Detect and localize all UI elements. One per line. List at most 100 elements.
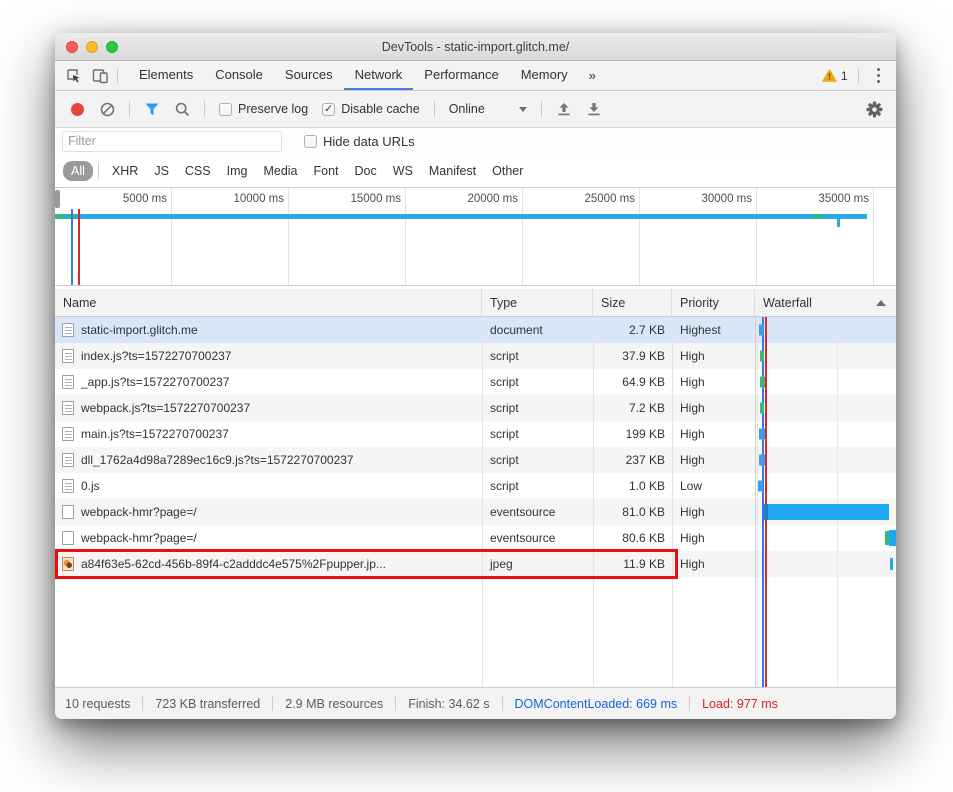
type-filter-manifest[interactable]: Manifest: [421, 161, 484, 181]
table-row[interactable]: webpack-hmr?page=/ eventsource 80.6 KB H…: [55, 525, 896, 551]
waterfall-bar: [759, 325, 764, 336]
import-har-button[interactable]: [552, 97, 576, 121]
table-row[interactable]: static-import.glitch.me document 2.7 KB …: [55, 317, 896, 343]
timeline-tick: 25000 ms: [523, 188, 640, 285]
divider: [858, 68, 859, 84]
timeline-tick: 20000 ms: [406, 188, 523, 285]
waterfall-bar: [890, 558, 893, 570]
request-type: eventsource: [482, 531, 593, 545]
table-row[interactable]: index.js?ts=1572270700237 script 37.9 KB…: [55, 343, 896, 369]
table-row[interactable]: a84f63e5-62cd-456b-89f4-c2adddc4e575%2Fp…: [55, 551, 896, 577]
header-name[interactable]: Name: [55, 289, 482, 316]
type-filter-doc[interactable]: Doc: [347, 161, 385, 181]
table-row[interactable]: main.js?ts=1572270700237 script 199 KB H…: [55, 421, 896, 447]
kebab-menu-icon[interactable]: [869, 64, 889, 88]
waterfall-cell: [755, 369, 896, 395]
header-type[interactable]: Type: [482, 289, 593, 316]
table-row[interactable]: webpack.js?ts=1572270700237 script 7.2 K…: [55, 395, 896, 421]
tab-console[interactable]: Console: [204, 61, 274, 90]
request-name: a84f63e5-62cd-456b-89f4-c2adddc4e575%2Fp…: [81, 557, 386, 571]
table-row[interactable]: 0.js script 1.0 KB Low: [55, 473, 896, 499]
disable-cache-checkbox[interactable]: ✓ Disable cache: [318, 102, 424, 116]
divider: [689, 696, 690, 711]
request-size: 2.7 KB: [593, 323, 672, 337]
request-name: _app.js?ts=1572270700237: [81, 375, 229, 389]
issues-warning-badge[interactable]: 1: [822, 69, 848, 83]
type-filter-css[interactable]: CSS: [177, 161, 219, 181]
funnel-icon: [145, 103, 159, 116]
request-name: webpack-hmr?page=/: [81, 505, 197, 519]
request-priority: High: [672, 375, 755, 389]
resource-icon: [62, 427, 74, 441]
request-size: 11.9 KB: [593, 557, 672, 571]
request-type: script: [482, 401, 593, 415]
type-filter-ws[interactable]: WS: [385, 161, 421, 181]
filter-input[interactable]: [62, 131, 282, 152]
tab-performance[interactable]: Performance: [413, 61, 509, 90]
type-filter-img[interactable]: Img: [219, 161, 256, 181]
requests-table: Name Type Size Priority Waterfall: [55, 289, 896, 687]
request-name: webpack.js?ts=1572270700237: [81, 401, 250, 415]
type-filter-media[interactable]: Media: [255, 161, 305, 181]
record-icon: [71, 103, 84, 116]
type-filter-all[interactable]: All: [63, 161, 93, 181]
type-filter-xhr[interactable]: XHR: [104, 161, 146, 181]
export-har-button[interactable]: [582, 97, 606, 121]
settings-button[interactable]: [862, 97, 886, 121]
titlebar: DevTools - static-import.glitch.me/: [55, 33, 896, 61]
type-filter-other[interactable]: Other: [484, 161, 531, 181]
tab-network[interactable]: Network: [344, 61, 414, 90]
request-priority: Highest: [672, 323, 755, 337]
request-priority: High: [672, 453, 755, 467]
header-size[interactable]: Size: [593, 289, 672, 316]
panel-tabs: Elements Console Sources Network Perform…: [128, 61, 606, 90]
table-row[interactable]: _app.js?ts=1572270700237 script 64.9 KB …: [55, 369, 896, 395]
tab-sources[interactable]: Sources: [274, 61, 344, 90]
header-waterfall[interactable]: Waterfall: [755, 289, 896, 316]
waterfall-bar: [760, 351, 764, 362]
inspect-element-icon[interactable]: [61, 63, 87, 89]
request-type: script: [482, 427, 593, 441]
device-toolbar-icon[interactable]: [87, 63, 113, 89]
record-button[interactable]: [65, 97, 89, 121]
tab-memory[interactable]: Memory: [510, 61, 579, 90]
throttling-dropdown[interactable]: Online: [445, 102, 531, 116]
search-button[interactable]: [170, 97, 194, 121]
table-row[interactable]: webpack-hmr?page=/ eventsource 81.0 KB H…: [55, 499, 896, 525]
clear-button[interactable]: [95, 97, 119, 121]
tab-elements[interactable]: Elements: [128, 61, 204, 90]
request-priority: High: [672, 557, 755, 571]
header-priority[interactable]: Priority: [672, 289, 755, 316]
divider: [541, 101, 542, 117]
preserve-log-checkbox[interactable]: Preserve log: [215, 102, 312, 116]
load-marker-line: [78, 209, 80, 285]
request-type: script: [482, 453, 593, 467]
tabbar-right: 1: [822, 64, 890, 88]
resource-icon: [62, 401, 74, 415]
checkbox-unchecked: [219, 103, 232, 116]
more-tabs-button[interactable]: »: [579, 61, 606, 90]
type-filter-js[interactable]: JS: [146, 161, 177, 181]
checkbox-checked: ✓: [322, 103, 335, 116]
preserve-log-label: Preserve log: [238, 102, 308, 116]
request-name: 0.js: [81, 479, 100, 493]
network-toolbar: Preserve log ✓ Disable cache Online: [55, 91, 896, 128]
request-priority: Low: [672, 479, 755, 493]
request-priority: High: [672, 505, 755, 519]
filter-toggle-button[interactable]: [140, 97, 164, 121]
type-filter-font[interactable]: Font: [306, 161, 347, 181]
devtools-window: DevTools - static-import.glitch.me/ Elem…: [55, 33, 896, 719]
dom-content-loaded-time: DOMContentLoaded: 669 ms: [515, 697, 678, 711]
resource-icon: [62, 375, 74, 389]
timeline-tick: 30000 ms: [640, 188, 757, 285]
request-type: jpeg: [482, 557, 593, 571]
overview-resize-handle[interactable]: [55, 190, 60, 208]
request-priority: High: [672, 349, 755, 363]
divider: [434, 101, 435, 117]
filter-row: Hide data URLs: [55, 128, 896, 154]
hide-data-urls-checkbox[interactable]: Hide data URLs: [300, 134, 419, 149]
resource-icon: [62, 557, 74, 571]
warning-icon: [822, 69, 837, 82]
table-row[interactable]: dll_1762a4d98a7289ec16c9.js?ts=157227070…: [55, 447, 896, 473]
timeline-overview[interactable]: 5000 ms 10000 ms 15000 ms 20000 ms 25000…: [55, 188, 896, 286]
